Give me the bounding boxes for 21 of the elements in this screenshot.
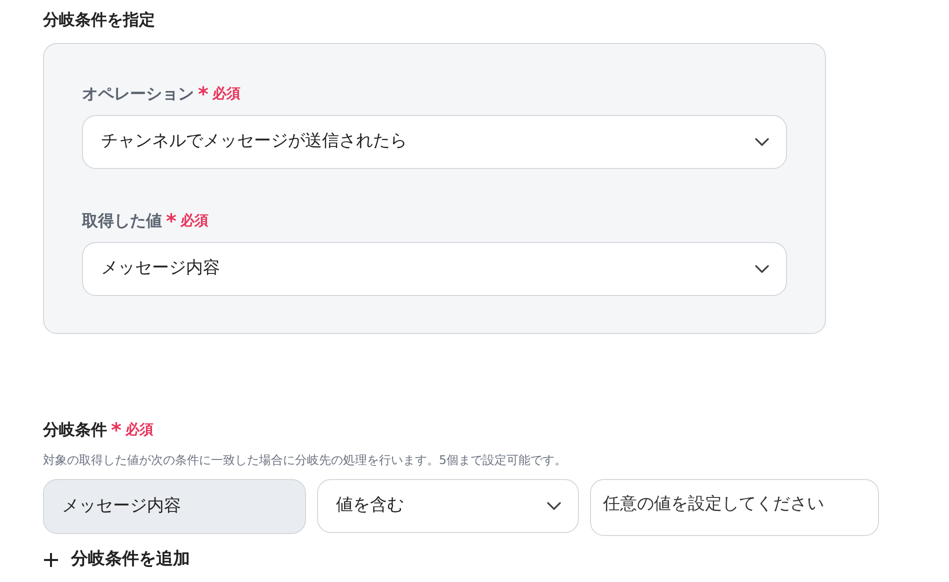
required-asterisk: * [166, 211, 176, 232]
required-label: 必須 [180, 212, 208, 231]
select-dropdown[interactable]: チャンネルでメッセージが送信されたら [82, 115, 787, 170]
field-label: 分岐条件 [43, 419, 107, 442]
add-condition-button[interactable]: 分岐条件を追加 [43, 550, 190, 569]
field-label: 取得した値 [82, 210, 162, 232]
value-input-field[interactable]: 任意の値を設定してください [590, 479, 879, 536]
description-text: 対象の取得した値が次の条件に一致した場合に分岐先の処理を行います。5個まで設定可能です。 [43, 452, 568, 470]
chevron-down-icon [546, 501, 562, 512]
required-asterisk: * [198, 84, 208, 104]
readonly-field: メッセージ内容 [43, 479, 306, 534]
required-label: 必須 [125, 420, 154, 440]
chevron-down-icon [754, 264, 770, 274]
select-dropdown[interactable]: 値を含む [317, 479, 579, 534]
required-asterisk: * [111, 420, 122, 440]
field-label: オペレーション [82, 83, 194, 106]
chevron-down-icon [754, 137, 770, 148]
section-title: 分岐条件を指定 [43, 10, 156, 30]
plus-icon [43, 552, 59, 568]
required-label: 必須 [212, 84, 240, 104]
select-dropdown[interactable]: メッセージ内容 [82, 242, 787, 296]
